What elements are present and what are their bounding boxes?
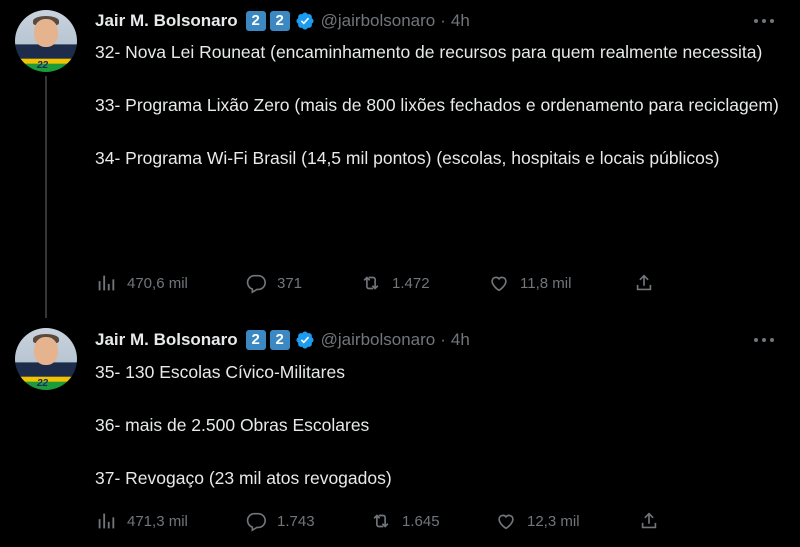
avatar[interactable]: 22	[15, 10, 77, 72]
keycap-emoji: 2	[245, 330, 266, 350]
views-count: 471,3 mil	[127, 512, 188, 530]
avatar-number: 22	[37, 60, 49, 71]
user-handle[interactable]: @jairbolsonaro	[321, 330, 436, 350]
avatar-number: 22	[37, 378, 49, 389]
share-button[interactable]	[638, 510, 670, 532]
keycap-emoji: 2	[245, 11, 266, 31]
avatar-face	[34, 337, 58, 365]
heart-icon	[491, 276, 507, 292]
tweet-paragraph: 35- 130 Escolas Cívico-Militares	[95, 362, 345, 382]
retweet-button[interactable]: 1.472	[360, 272, 488, 294]
tweet-paragraph: 37- Revogaço (23 mil atos revogados)	[95, 468, 392, 488]
tweet-paragraph: 34- Programa Wi-Fi Brasil (14,5 mil pont…	[95, 148, 720, 168]
views-button[interactable]: 470,6 mil	[95, 272, 245, 294]
like-button[interactable]: 11,8 mil	[488, 272, 633, 294]
reply-bubble-icon	[246, 512, 266, 532]
tweet-text: 35- 130 Escolas Cívico-Militares 36- mai…	[95, 359, 785, 491]
reply-bubble-icon	[246, 274, 266, 294]
heart-icon	[498, 514, 514, 530]
tweet-time[interactable]: 4h	[451, 11, 470, 31]
more-dots-icon[interactable]	[754, 18, 774, 24]
separator-dot: ·	[440, 330, 446, 349]
tweet-header: Jair M. Bolsonaro 2 2 @jairbolsonaro · 4…	[95, 330, 470, 350]
thread-line	[45, 76, 47, 318]
tweet-actions: 470,6 mil 371 1.472 11,8 mil	[95, 271, 675, 295]
tweet-1[interactable]: 22 Jair M. Bolsonaro 2 2 @jairbolsonaro …	[0, 0, 800, 318]
avatar-face	[34, 19, 58, 47]
views-bar-chart-icon	[98, 513, 115, 529]
tweet-text: 32- Nova Lei Rouneat (encaminhamento de …	[95, 39, 785, 171]
tweet-2[interactable]: 22 Jair M. Bolsonaro 2 2 @jairbolsonaro …	[0, 318, 800, 547]
share-upload-icon	[641, 512, 657, 529]
retweet-button[interactable]: 1.645	[370, 510, 495, 532]
tweet-header: Jair M. Bolsonaro 2 2 @jairbolsonaro · 4…	[95, 11, 470, 31]
share-button[interactable]	[633, 272, 665, 294]
views-button[interactable]: 471,3 mil	[95, 510, 245, 532]
share-upload-icon	[636, 274, 652, 291]
more-dots-icon[interactable]	[754, 337, 774, 343]
like-count: 11,8 mil	[520, 274, 572, 292]
retweet-icon	[363, 276, 379, 290]
retweet-count: 1.472	[392, 274, 430, 292]
keycap-emoji: 2	[269, 11, 290, 31]
reply-button[interactable]: 1.743	[245, 510, 370, 532]
reply-button[interactable]: 371	[245, 272, 360, 294]
keycap-emoji: 2	[269, 330, 290, 350]
retweet-icon	[373, 514, 389, 528]
tweet-actions: 471,3 mil 1.743 1.645 12,3 mil	[95, 509, 675, 533]
verified-badge-icon	[296, 12, 314, 30]
user-handle[interactable]: @jairbolsonaro	[321, 11, 436, 31]
avatar[interactable]: 22	[15, 328, 77, 390]
tweet-paragraph: 36- mais de 2.500 Obras Escolares	[95, 415, 370, 435]
verified-badge-icon	[296, 331, 314, 349]
like-count: 12,3 mil	[527, 512, 580, 530]
reply-count: 1.743	[277, 512, 315, 530]
tweet-paragraph: 33- Programa Lixão Zero (mais de 800 lix…	[95, 95, 779, 115]
tweet-paragraph: 32- Nova Lei Rouneat (encaminhamento de …	[95, 42, 763, 62]
views-count: 470,6 mil	[127, 274, 188, 292]
reply-count: 371	[277, 274, 303, 292]
views-bar-chart-icon	[98, 275, 115, 291]
tweet-time[interactable]: 4h	[451, 330, 470, 350]
retweet-count: 1.645	[402, 512, 440, 530]
display-name[interactable]: Jair M. Bolsonaro	[95, 330, 238, 350]
like-button[interactable]: 12,3 mil	[495, 510, 638, 532]
display-name[interactable]: Jair M. Bolsonaro	[95, 11, 238, 31]
separator-dot: ·	[440, 11, 446, 30]
